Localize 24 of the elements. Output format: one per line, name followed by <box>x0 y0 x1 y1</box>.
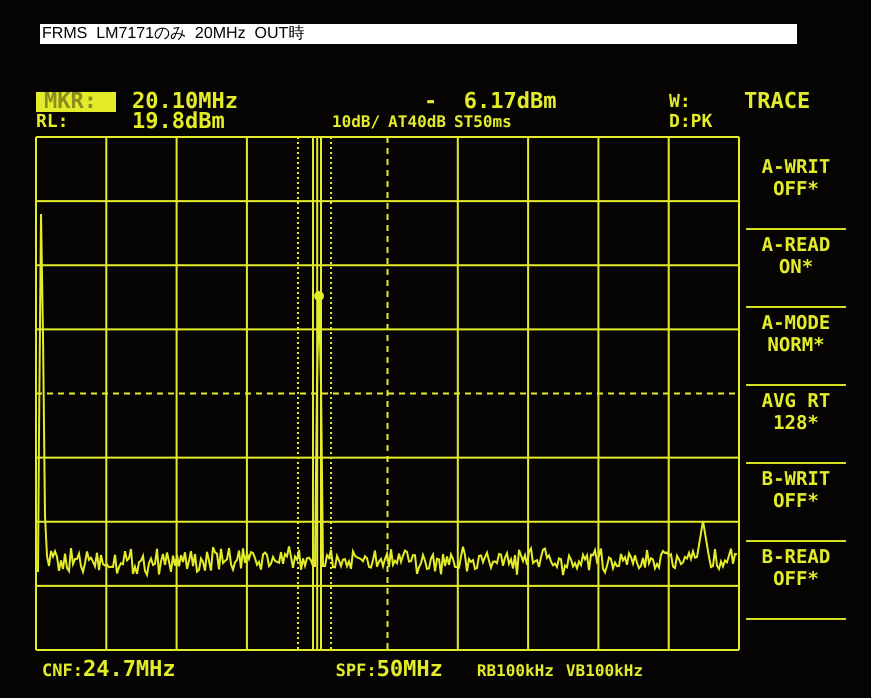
center-frequency-label: CNF: <box>42 661 83 681</box>
resolution-bandwidth: RB100kHz <box>476 661 554 680</box>
video-bandwidth: VB100kHz <box>566 661 643 680</box>
center-frequency-value: 24.7MHz <box>82 657 176 682</box>
softkey-label[interactable]: AVG RT 128* <box>746 386 846 464</box>
marker-frequency: 20.10MHz <box>132 92 239 112</box>
marker-label: MKR: <box>36 92 116 112</box>
write-label: W: <box>669 92 692 112</box>
softkey-label[interactable]: B-READ OFF* <box>746 542 846 620</box>
softkey-label[interactable]: B-WRIT OFF* <box>746 464 846 542</box>
sweep-time-setting: ST50ms <box>454 112 512 132</box>
softkey-label[interactable]: A-MODE NORM* <box>746 308 846 386</box>
reference-level: 19.8dBm <box>132 112 226 132</box>
span-value: 50MHz <box>376 657 443 682</box>
reference-label: RL: <box>36 112 70 132</box>
caption-text: FRMS LM7171のみ 20MHz OUT時 <box>40 24 797 44</box>
span-label: SPF: <box>336 661 377 681</box>
attenuation-setting: AT40dB <box>388 112 446 132</box>
scale-setting: 10dB/ <box>332 112 380 132</box>
softkey-label[interactable]: A-WRIT OFF* <box>746 152 846 230</box>
menu-title: TRACE <box>744 92 812 112</box>
detector-setting: D:PK <box>669 112 714 132</box>
softkey-label[interactable]: A-READ ON* <box>746 230 846 308</box>
marker-level: - 6.17dBm <box>423 92 558 112</box>
